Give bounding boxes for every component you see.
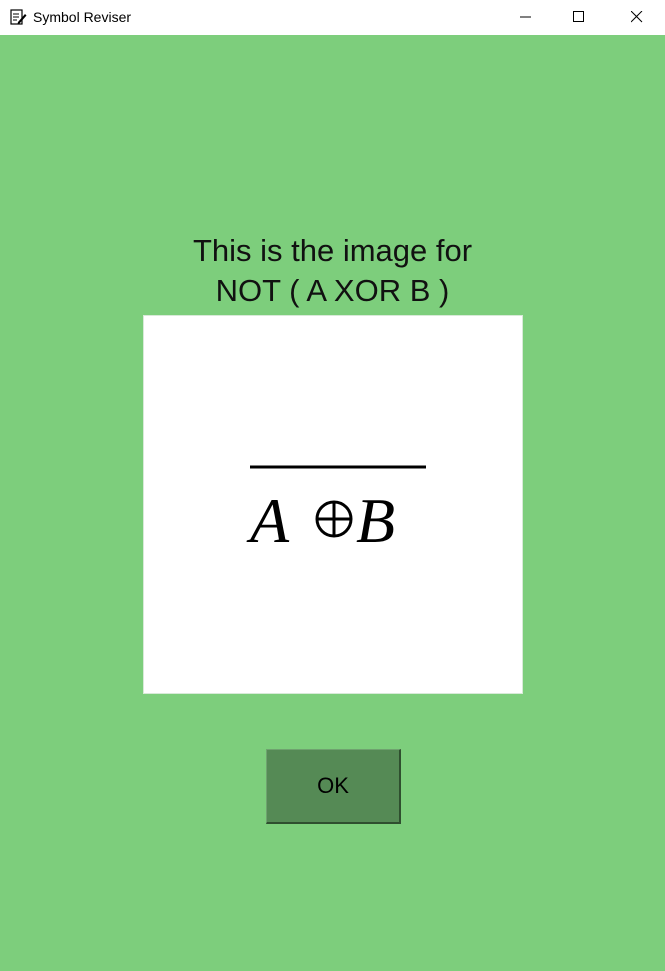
minimize-icon [520, 16, 531, 18]
symbol-left-operand: A [246, 485, 290, 556]
ok-button[interactable]: OK [266, 749, 401, 824]
caption-line-1: This is the image for [192, 233, 473, 268]
minimize-button[interactable] [503, 0, 549, 35]
close-icon [631, 11, 643, 23]
caption-line-2: NOT ( A XOR B ) [215, 273, 450, 308]
notepad-edit-icon [9, 8, 27, 26]
maximize-button[interactable] [556, 0, 602, 35]
title-bar[interactable]: Symbol Reviser [0, 0, 665, 35]
symbol-right-operand: B [356, 485, 395, 556]
maximize-icon [573, 11, 584, 22]
close-button[interactable] [614, 0, 660, 35]
symbol-image: A B [143, 315, 523, 694]
window-title: Symbol Reviser [33, 9, 132, 25]
xor-operator-icon [315, 500, 353, 538]
